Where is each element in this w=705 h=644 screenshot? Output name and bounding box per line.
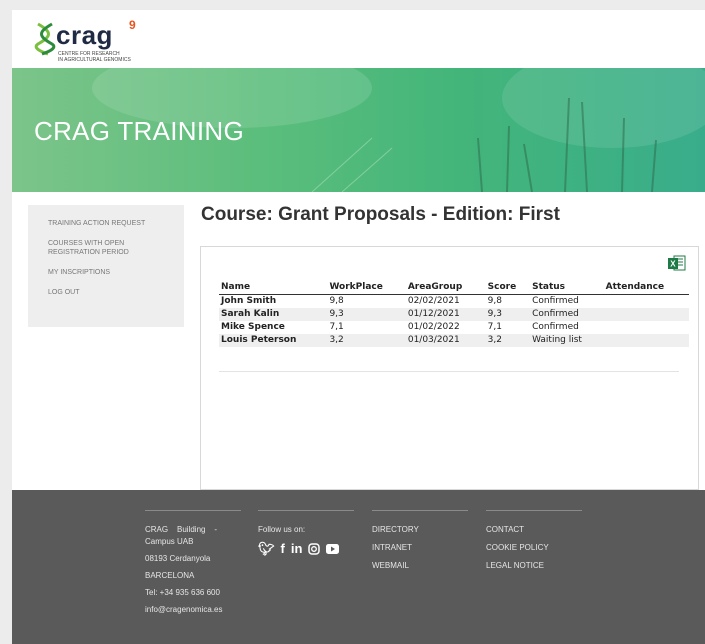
twitter-icon[interactable]: 🐦︎ <box>258 542 275 556</box>
sidebar-item-training-action-request[interactable]: TRAINING ACTION REQUEST <box>48 219 168 228</box>
footer-phone[interactable]: Tel: +34 935 636 600 <box>145 588 241 597</box>
table-header-row: Name WorkPlace AreaGroup Score Status At… <box>219 281 689 295</box>
cell-attendance[interactable] <box>603 334 689 347</box>
sidebar-item-log-out[interactable]: LOG OUT <box>48 288 168 297</box>
banner-title: CRAG TRAINING <box>34 116 244 146</box>
linkedin-icon[interactable]: in <box>291 542 303 556</box>
sidebar-menu: TRAINING ACTION REQUEST COURSES WITH OPE… <box>28 205 184 327</box>
footer-link-directory[interactable]: DIRECTORY <box>372 525 468 534</box>
table-row: Louis Peterson 3,2 01/03/2021 3,2 Waitin… <box>219 334 689 347</box>
instagram-icon[interactable] <box>308 543 321 555</box>
cell-workplace: 9,8 <box>329 296 344 306</box>
col-header-score[interactable]: Score <box>485 281 531 295</box>
footer-links-internal: DIRECTORY INTRANET WEBMAIL <box>372 510 468 579</box>
footer-address: CRAG Building - Campus UAB 08193 Cerdany… <box>145 510 241 622</box>
cell-areagroup: 01/12/2021 <box>405 308 486 321</box>
sidebar-item-courses-open-registration[interactable]: COURSES WITH OPEN REGISTRATION PERIOD <box>48 239 168 257</box>
facebook-icon[interactable]: f <box>281 542 285 556</box>
footer-link-webmail[interactable]: WEBMAIL <box>372 561 468 570</box>
cell-workplace: 9,3 <box>327 308 406 321</box>
youtube-icon[interactable] <box>326 544 340 554</box>
cell-name: Mike Spence <box>221 322 285 332</box>
cell-status: Confirmed <box>530 308 604 321</box>
col-header-areagroup[interactable]: AreaGroup <box>405 281 486 295</box>
hero-banner: CRAG TRAINING <box>12 68 705 192</box>
crag-logo[interactable]: crag 9 CENTRE FOR RESEARCH IN AGRICULTUR… <box>34 18 154 68</box>
cell-status: Waiting list <box>530 334 604 347</box>
cell-status: Confirmed <box>532 322 579 332</box>
course-panel: X Name WorkPlace AreaGroup Score Status … <box>200 246 699 490</box>
footer-link-legal-notice[interactable]: LEGAL NOTICE <box>486 561 582 570</box>
footer-link-cookie-policy[interactable]: COOKIE POLICY <box>486 543 582 552</box>
site-footer: CRAG Building - Campus UAB 08193 Cerdany… <box>12 490 705 644</box>
cell-score: 9,8 <box>487 296 502 306</box>
page: crag 9 CENTRE FOR RESEARCH IN AGRICULTUR… <box>12 10 705 644</box>
cell-workplace: 7,1 <box>329 322 344 332</box>
col-header-workplace[interactable]: WorkPlace <box>327 281 406 295</box>
table-row: Mike Spence 7,1 01/02/2022 7,1 Confirmed <box>219 321 689 334</box>
table-row: Sarah Kalin 9,3 01/12/2021 9,3 Confirmed <box>219 308 689 321</box>
table-row: John Smith 9,8 02/02/2021 9,8 Confirmed <box>219 295 689 309</box>
col-header-attendance[interactable]: Attendance <box>603 281 689 295</box>
logo-superscript: 9 <box>129 18 136 32</box>
svg-text:X: X <box>670 260 676 269</box>
logo-subtitle-line2: IN AGRICULTURAL GENOMICS <box>58 57 131 63</box>
cell-areagroup: 01/03/2021 <box>405 334 486 347</box>
logo-wordmark: crag <box>56 20 113 50</box>
excel-icon[interactable]: X <box>668 255 686 271</box>
footer-links-legal: CONTACT COOKIE POLICY LEGAL NOTICE <box>486 510 582 579</box>
footer-address-line: Campus UAB <box>145 537 194 546</box>
footer-link-contact[interactable]: CONTACT <box>486 525 582 534</box>
cell-name: John Smith <box>221 296 277 306</box>
participants-table: Name WorkPlace AreaGroup Score Status At… <box>219 281 689 347</box>
sidebar-item-my-inscriptions[interactable]: MY INSCRIPTIONS <box>48 268 168 277</box>
logo-subtitle: CENTRE FOR RESEARCH IN AGRICULTURAL GENO… <box>58 51 158 63</box>
footer-address-line: CRAG Building - <box>145 525 218 534</box>
footer-link-intranet[interactable]: INTRANET <box>372 543 468 552</box>
page-title: Course: Grant Proposals - Edition: First <box>201 204 560 225</box>
cell-score: 9,3 <box>485 308 531 321</box>
cell-attendance[interactable] <box>604 321 689 334</box>
col-header-status[interactable]: Status <box>530 281 604 295</box>
cell-score: 3,2 <box>485 334 531 347</box>
dna-logo-icon <box>34 22 56 56</box>
cell-name: Louis Peterson <box>219 334 328 347</box>
follow-us-label: Follow us on: <box>258 525 306 534</box>
cell-attendance[interactable] <box>603 308 689 321</box>
cell-areagroup: 01/02/2022 <box>407 322 460 332</box>
cell-areagroup: 02/02/2021 <box>407 296 460 306</box>
cell-workplace: 3,2 <box>327 334 406 347</box>
col-header-name[interactable]: Name <box>219 281 328 295</box>
cell-attendance[interactable] <box>604 295 689 309</box>
cell-status: Confirmed <box>532 296 579 306</box>
table-bottom-divider <box>219 371 679 372</box>
footer-social: Follow us on: 🐦︎ f in <box>258 510 354 556</box>
footer-address-line: 08193 Cerdanyola <box>145 554 211 563</box>
cell-name: Sarah Kalin <box>219 308 328 321</box>
footer-address-line: BARCELONA <box>145 571 195 580</box>
social-icons: 🐦︎ f in <box>258 542 354 556</box>
footer-email[interactable]: info@cragenomica.es <box>145 605 241 614</box>
cell-score: 7,1 <box>487 322 502 332</box>
